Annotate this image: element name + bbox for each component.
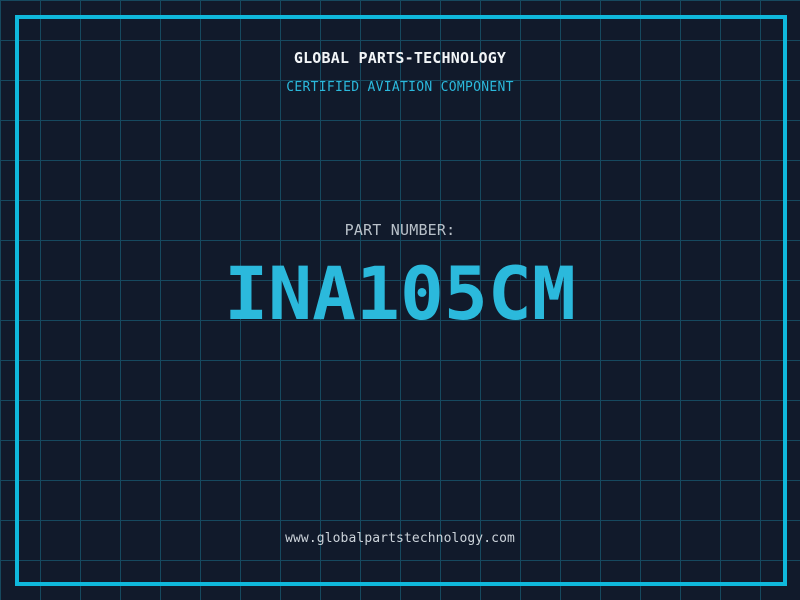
company-title: GLOBAL PARTS-TECHNOLOGY <box>293 49 507 67</box>
website-url: www.globalpartstechnology.com <box>285 531 515 546</box>
part-card: { "header": { "title": "GLOBAL PARTS-TEC… <box>0 0 800 600</box>
certification-subtitle: CERTIFIED AVIATION COMPONENT <box>286 80 514 95</box>
part-number-value: INA105CM <box>224 252 576 337</box>
part-number-label: PART NUMBER: <box>344 221 456 239</box>
